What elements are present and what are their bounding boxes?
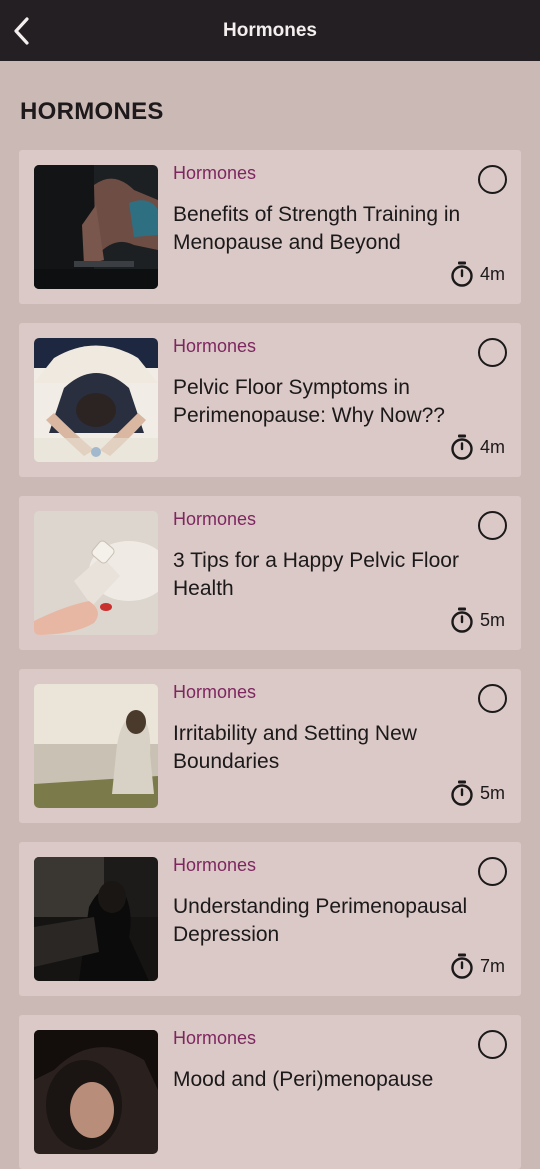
article-category: Hormones <box>173 682 257 702</box>
stopwatch-icon <box>451 780 473 806</box>
article-title: 3 Tips for a Happy Pelvic Floor Health <box>173 549 459 600</box>
article-card[interactable]: Hormones Benefits of Strength Training i… <box>19 150 521 304</box>
complete-toggle[interactable] <box>478 165 507 194</box>
strength-training-image <box>34 165 158 289</box>
article-category: Hormones <box>173 163 257 183</box>
stopwatch-icon <box>451 953 473 979</box>
read-time-value: 4m <box>479 263 505 284</box>
article-thumbnail <box>34 684 158 808</box>
article-card[interactable]: Hormones Irritability and Setting New Bo… <box>19 669 521 823</box>
article-category: Hormones <box>173 855 257 875</box>
read-time: 4m <box>450 434 505 460</box>
article-card[interactable]: Hormones Mood and (Peri)menopause <box>19 1015 521 1169</box>
article-title: Pelvic Floor Symptoms in Perimenopause: … <box>173 376 445 427</box>
read-time-value: 5m <box>479 782 505 803</box>
article-title: Benefits of Strength Training in Menopau… <box>173 203 461 254</box>
read-time-value: 4m <box>479 436 505 457</box>
dark-room-image <box>34 857 158 981</box>
read-time: 5m <box>450 780 505 806</box>
stopwatch-icon <box>451 434 473 460</box>
read-time-value: 5m <box>479 609 505 630</box>
lotion-bottle-image <box>34 511 158 635</box>
article-thumbnail <box>34 165 158 289</box>
article-thumbnail <box>34 857 158 981</box>
article-category: Hormones <box>173 509 257 529</box>
read-time-value: 7m <box>479 955 505 976</box>
read-time: 4m <box>450 261 505 287</box>
portrait-image <box>34 1030 158 1154</box>
section-heading: HORMONES <box>20 98 164 125</box>
article-category: Hormones <box>173 336 257 356</box>
article-title: Understanding Perimenopausal Depression <box>173 895 468 946</box>
complete-toggle[interactable] <box>478 338 507 367</box>
lying-on-bed-image <box>34 338 158 462</box>
stopwatch-icon <box>451 261 473 287</box>
article-card[interactable]: Hormones 3 Tips for a Happy Pelvic Floor… <box>19 496 521 650</box>
article-thumbnail <box>34 338 158 462</box>
page-title: Hormones <box>223 19 317 41</box>
complete-toggle[interactable] <box>478 1030 507 1059</box>
article-title: Mood and (Peri)menopause <box>173 1068 434 1091</box>
complete-toggle[interactable] <box>478 684 507 713</box>
article-card[interactable]: Hormones Understanding Perimenopausal De… <box>19 842 521 996</box>
stopwatch-icon <box>451 607 473 633</box>
complete-toggle[interactable] <box>478 511 507 540</box>
read-time: 5m <box>450 607 505 633</box>
article-category: Hormones <box>173 1028 257 1048</box>
complete-toggle[interactable] <box>478 857 507 886</box>
article-thumbnail <box>34 511 158 635</box>
seaside-image <box>34 684 158 808</box>
article-title: Irritability and Setting New Boundaries <box>173 722 417 773</box>
read-time: 7m <box>450 953 505 979</box>
article-card[interactable]: Hormones Pelvic Floor Symptoms in Perime… <box>19 323 521 477</box>
top-app-bar: Hormones <box>0 0 540 61</box>
article-thumbnail <box>34 1030 158 1154</box>
